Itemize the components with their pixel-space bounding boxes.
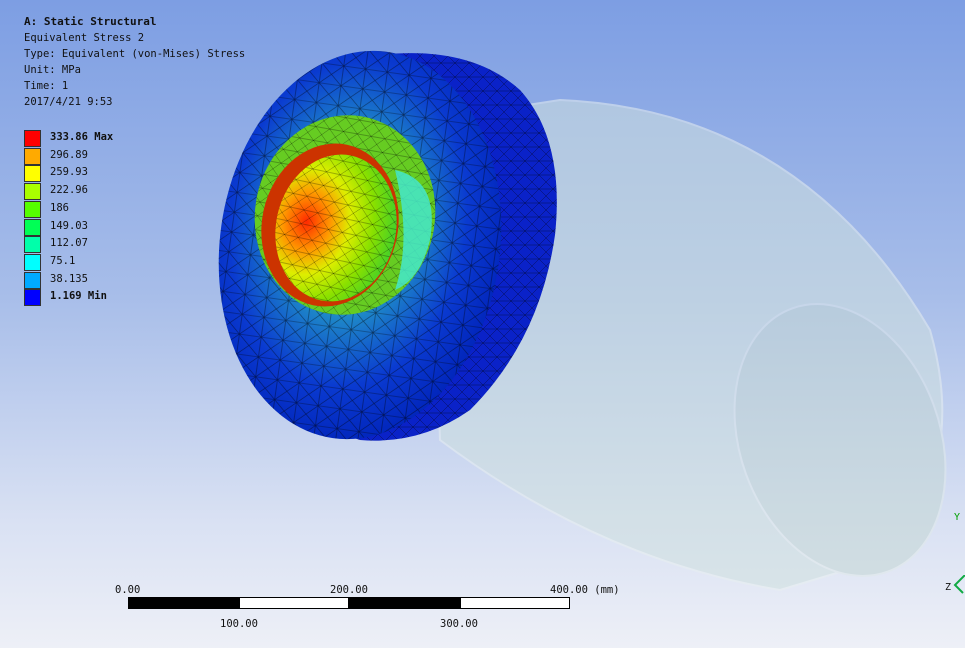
scale-segment-3 [349,597,460,609]
legend-label: 333.86 Max [50,131,114,143]
legend-label: 75.1 [50,254,76,267]
legend-label: 259.93 [50,166,88,179]
legend-swatch [24,165,41,183]
legend-swatch [24,236,41,254]
result-timestamp: 2017/4/21 9:53 [24,96,113,108]
result-time: Time: 1 [24,80,69,92]
legend-swatch [24,147,41,165]
legend-label: 1.169 Min [50,290,107,303]
graphics-viewport[interactable]: A: Static Structural Equivalent Stress 2… [0,0,965,651]
legend-swatch [24,253,41,271]
scale-label-200: 200.00 [330,584,368,596]
scale-label-400: 400.00 (mm) [550,584,620,596]
legend-swatch [24,289,41,307]
scale-label-0: 0.00 [115,584,141,596]
triad-axis-icon[interactable] [953,575,965,595]
legend-swatch [24,218,41,236]
legend-swatch [24,200,41,218]
legend-swatch [24,130,41,147]
scale-segment-1 [128,597,239,609]
triad-y-label: Y [954,512,961,523]
triad-z-label: Z [945,582,952,593]
result-unit: Unit: MPa [24,64,81,76]
legend-label: 149.03 [50,219,88,232]
result-name: Equivalent Stress 2 [24,32,145,44]
legend-swatch [24,183,41,201]
result-type: Type: Equivalent (von-Mises) Stress [24,48,246,60]
scale-label-100: 100.00 [220,618,258,630]
legend-swatch [24,271,41,289]
legend-label: 186 [50,201,69,214]
legend-label: 296.89 [50,148,88,161]
scale-label-300: 300.00 [440,618,478,630]
analysis-title: A: Static Structural [24,15,157,28]
scale-segment-2 [239,597,349,609]
scale-segment-4 [460,597,570,609]
result-header: A: Static Structural Equivalent Stress 2… [24,14,245,110]
legend-label: 222.96 [50,184,88,197]
legend-label: 38.135 [50,272,88,285]
legend-label: 112.07 [50,237,88,250]
